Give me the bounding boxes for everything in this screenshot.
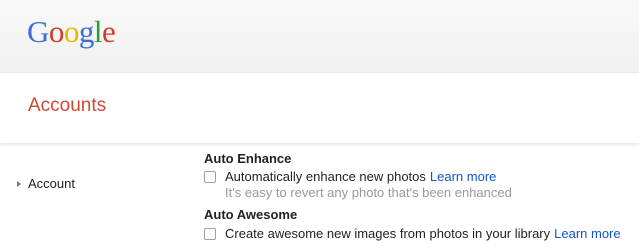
auto-enhance-title: Auto Enhance <box>204 151 292 166</box>
sidebar-item-label: Account <box>28 176 75 191</box>
auto-awesome-learn-more-link[interactable]: Learn more <box>554 226 620 241</box>
page-title: Accounts <box>28 95 107 116</box>
auto-awesome-checkbox[interactable] <box>204 227 216 240</box>
logo-letter: o <box>63 14 80 49</box>
auto-awesome-title: Auto Awesome <box>204 207 298 222</box>
logo-letter: G <box>27 14 49 49</box>
auto-awesome-option: Create awesome new images from photos in… <box>204 226 621 241</box>
auto-enhance-learn-more-link[interactable]: Learn more <box>430 169 496 184</box>
page-header: Accounts <box>0 73 639 143</box>
top-bar: Google <box>0 0 639 73</box>
google-logo[interactable]: Google <box>27 14 116 49</box>
auto-enhance-label[interactable]: Automatically enhance new photos <box>225 169 426 184</box>
auto-enhance-hint: It's easy to revert any photo that's bee… <box>225 185 512 200</box>
auto-enhance-option: Automatically enhance new photos Learn mo… <box>204 169 496 184</box>
logo-letter: o <box>48 14 65 49</box>
sidebar-item-account[interactable]: Account <box>17 176 75 191</box>
logo-letter: l <box>93 14 103 49</box>
expand-arrow-icon <box>17 180 21 187</box>
logo-letter: g <box>78 14 95 49</box>
auto-awesome-label[interactable]: Create awesome new images from photos in… <box>225 226 550 241</box>
auto-enhance-checkbox[interactable] <box>204 170 216 183</box>
logo-letter: e <box>102 14 116 49</box>
